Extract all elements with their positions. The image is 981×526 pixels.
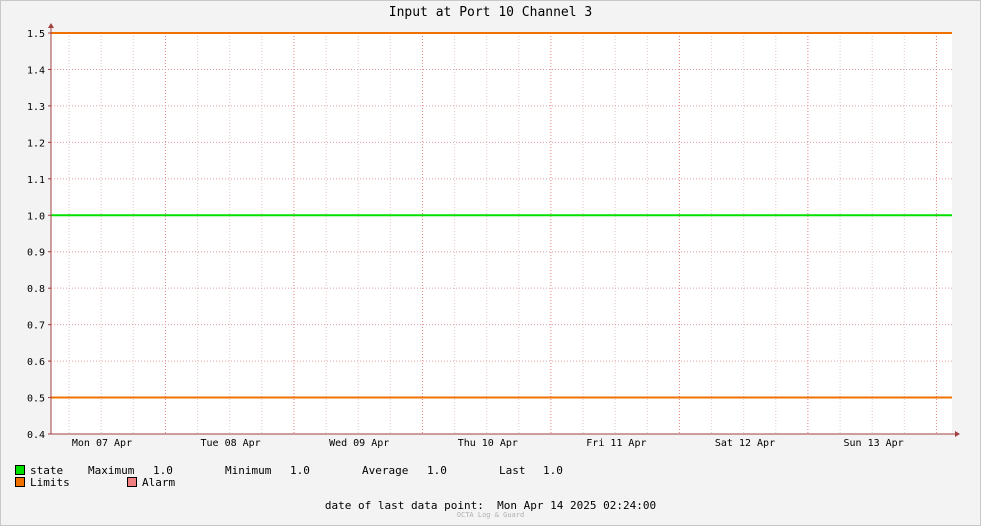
legend-last-value: 1.0 — [543, 464, 563, 477]
y-tick-label: 1.0 — [27, 211, 45, 222]
watermark: OCTA Log & Guard — [456, 511, 525, 519]
plot-area — [51, 33, 952, 434]
x-tick-label: Sun 13 Apr — [843, 438, 903, 449]
state-swatch — [15, 465, 25, 475]
x-tick-label: Mon 07 Apr — [72, 438, 132, 449]
legend-minimum-label: Minimum — [225, 464, 272, 477]
legend-last-label: Last — [499, 464, 526, 477]
limits-swatch — [15, 477, 25, 487]
y-tick-label: 1.3 — [27, 102, 45, 113]
x-tick-label: Tue 08 Apr — [200, 438, 260, 449]
y-tick-label: 1.1 — [27, 175, 45, 186]
y-tick-label: 0.6 — [27, 357, 45, 368]
y-tick-label: 1.4 — [27, 65, 45, 76]
y-tick-label: 0.9 — [27, 248, 45, 259]
y-tick-label: 0.5 — [27, 394, 45, 405]
alarm-swatch — [127, 477, 137, 487]
y-tick-label: 0.8 — [27, 284, 45, 295]
x-axis-arrow — [955, 431, 960, 437]
y-tick-label: 0.7 — [27, 321, 45, 332]
legend-alarm-label: Alarm — [142, 476, 176, 489]
chart-plot: 0.4 0.5 0.6 0.7 0.8 0.9 1.0 1.1 1.2 1.3 1.4 1.5 Mon… — [27, 23, 960, 449]
y-axis-arrow — [48, 23, 54, 28]
x-tick-label: Wed 09 Apr — [329, 438, 389, 449]
x-tick-label: Sat 12 Apr — [715, 438, 775, 449]
legend-minimum-value: 1.0 — [290, 464, 310, 477]
x-tick-label: Thu 10 Apr — [458, 438, 518, 449]
legend-average-label: Average — [362, 464, 409, 477]
legend-maximum-label: Maximum — [88, 464, 135, 477]
y-tick-label: 1.2 — [27, 138, 45, 149]
legend-average-value: 1.0 — [427, 464, 447, 477]
legend-limits-label: Limits — [30, 476, 70, 489]
y-tick-label: 1.5 — [27, 29, 45, 40]
y-tick-label: 0.4 — [27, 430, 45, 441]
x-tick-label: Fri 11 Apr — [586, 438, 646, 449]
